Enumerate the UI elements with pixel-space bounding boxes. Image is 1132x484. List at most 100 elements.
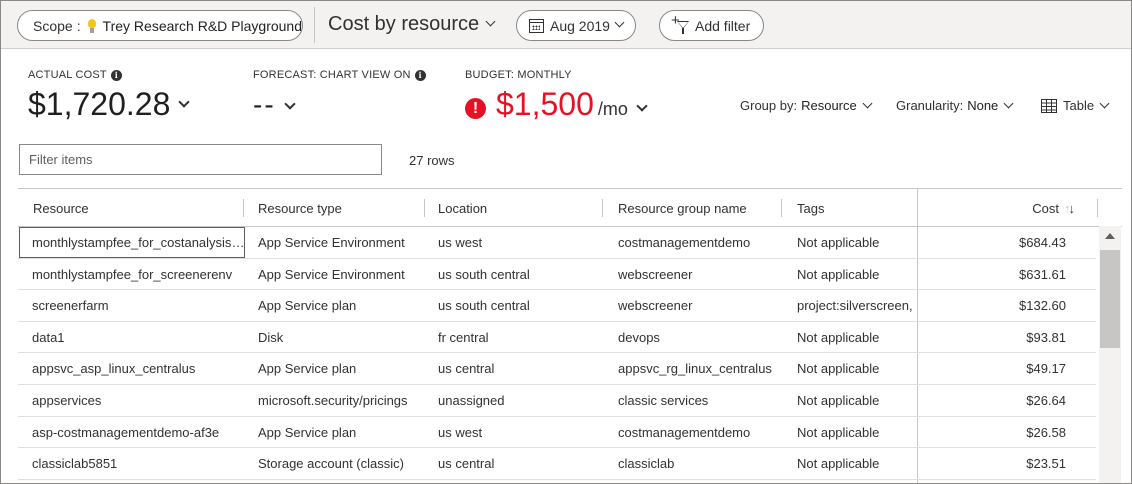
cell-tags: Not applicable <box>797 393 880 408</box>
column-header-resource[interactable]: Resource <box>33 189 89 227</box>
chevron-down-icon <box>1099 98 1110 109</box>
view-mode-dropdown[interactable]: Table <box>1041 98 1110 113</box>
table-row[interactable]: classiclab5851 Storage account (classic) u… <box>18 448 1096 480</box>
cell-resource: monthlystampfee_for_costanalysisenv <box>19 227 245 258</box>
budget-dropdown[interactable]: ! $1,500 /mo <box>465 86 648 123</box>
cost-table: Resource Resource type Location Resource gr… <box>18 188 1122 483</box>
cell-resource-group: webscreener <box>618 298 693 314</box>
cell-cost: $684.43 <box>1019 235 1066 250</box>
cell-resource-type: App Service plan <box>258 424 357 440</box>
granularity-dropdown[interactable]: Granularity: None <box>896 98 1014 113</box>
cell-tags: Not applicable <box>797 329 880 345</box>
table-row[interactable]: monthlystampfee_for_screenerenv App Servi… <box>18 259 1096 291</box>
scroll-up-arrow-icon[interactable] <box>1105 233 1115 239</box>
granularity-value: None <box>967 98 999 113</box>
column-header-label: Resource <box>33 201 89 216</box>
cell-resource: appservices <box>32 393 102 408</box>
lightbulb-icon <box>87 18 97 34</box>
cell-location: us south central <box>438 298 530 314</box>
column-divider[interactable] <box>424 199 425 217</box>
cell-resource-type: Storage account (classic) <box>258 456 404 472</box>
cell-resource: classiclab5851 <box>32 456 118 472</box>
cell-tags: Not applicable <box>797 424 880 440</box>
cell-cost: $26.64 <box>1026 393 1066 408</box>
info-icon[interactable]: i <box>110 69 122 81</box>
cell-resource: asp-costmanagementdemo-af3e <box>32 424 220 440</box>
column-header-label: Tags <box>797 201 825 216</box>
scrollbar-thumb[interactable] <box>1100 250 1120 348</box>
column-divider[interactable] <box>1097 199 1098 217</box>
column-header-resource-type[interactable]: Resource type <box>258 189 342 227</box>
chevron-down-icon <box>1003 98 1014 109</box>
date-range-label: Aug 2019 <box>550 17 610 34</box>
add-filter-button[interactable]: + Add filter <box>659 10 764 41</box>
chevron-down-icon <box>178 96 191 108</box>
cell-resource-group: webscreener <box>618 266 693 282</box>
column-header-tags[interactable]: Tags <box>797 189 824 227</box>
group-by-dropdown[interactable]: Group by: Resource <box>740 98 873 113</box>
sort-descending-icon: ↑↓ <box>1064 201 1075 216</box>
table-row[interactable]: monthlystampfee_for_costanalysisenv App S… <box>18 227 1096 259</box>
cell-resource: appsvc_asp_linux_centralus <box>32 361 196 377</box>
cell-cost: $93.81 <box>1026 329 1066 345</box>
forecast-value: -- <box>253 89 276 120</box>
forecast-dropdown[interactable]: -- <box>253 89 426 121</box>
add-filter-icon: + <box>671 13 691 35</box>
scope-selector[interactable]: Scope : Trey Research R&D Playground <box>17 10 303 41</box>
column-divider[interactable] <box>781 199 782 217</box>
table-row[interactable]: data1 Disk fr central devops Not applicable $… <box>18 322 1096 354</box>
scope-separator: : <box>76 17 81 34</box>
date-range-selector[interactable]: Aug 2019 <box>516 10 636 41</box>
cell-tags: Not applicable <box>797 235 880 250</box>
forecast-label: FORECAST: CHART VIEW ON <box>253 69 411 81</box>
cell-tags: project:silverscreen, env:prod <box>797 298 915 314</box>
cell-cost: $132.60 <box>1019 298 1066 314</box>
cell-resource-group: classiclab <box>618 456 675 472</box>
column-divider[interactable] <box>602 199 603 217</box>
chevron-down-icon <box>485 16 496 27</box>
forecast-kpi: FORECAST: CHART VIEW ON i -- <box>253 69 426 121</box>
info-icon[interactable]: i <box>414 69 426 81</box>
cell-resource-group: devops <box>618 329 660 345</box>
actual-cost-dropdown[interactable]: $1,720.28 <box>28 86 191 123</box>
cell-resource-group: classic services <box>618 393 709 408</box>
view-selector[interactable]: Cost by resource <box>328 13 496 36</box>
table-row[interactable]: appservices microsoft.security/pricings un… <box>18 385 1096 417</box>
column-header-label: Location <box>438 201 488 216</box>
cell-cost: $26.58 <box>1026 424 1066 440</box>
cell-resource-type: App Service Environment <box>258 266 405 282</box>
calendar-icon <box>529 18 544 33</box>
cell-resource: data1 <box>32 329 65 345</box>
column-header-label: Resource group name <box>618 201 747 216</box>
table-row[interactable]: appsvc_asp_linux_centralus App Service pl… <box>18 353 1096 385</box>
cell-location: us west <box>438 235 483 250</box>
group-by-label: Group by: <box>740 98 798 113</box>
toolbar-divider <box>314 7 315 43</box>
actual-cost-value: $1,720.28 <box>28 86 171 122</box>
cell-tags: Not applicable <box>797 266 880 282</box>
view-mode-value: Table <box>1063 98 1095 113</box>
actual-cost-kpi: ACTUAL COST i $1,720.28 <box>28 69 191 123</box>
scope-name: Trey Research R&D Playground <box>102 17 302 34</box>
cell-tags: Not applicable <box>797 361 880 377</box>
cost-analysis-window: Scope : Trey Research R&D Playground Cos… <box>0 0 1132 484</box>
group-by-value: Resource <box>801 98 857 113</box>
cell-resource-type: App Service Environment <box>258 235 405 250</box>
column-header-cost[interactable]: Cost ↑↓ <box>923 189 1075 227</box>
column-header-resource-group[interactable]: Resource group name <box>618 189 747 227</box>
budget-unit: /mo <box>597 99 628 119</box>
column-header-location[interactable]: Location <box>438 189 487 227</box>
cell-location: us south central <box>438 266 530 282</box>
chevron-down-icon <box>636 100 648 112</box>
cell-location: fr central <box>438 329 489 345</box>
budget-value: $1,500 <box>496 86 594 122</box>
table-row[interactable]: asp-costmanagementdemo-af3e App Service p… <box>18 417 1096 449</box>
table-row[interactable]: screenerfarm App Service plan us south cen… <box>18 290 1096 322</box>
scope-label: Scope <box>33 17 73 34</box>
cell-location: unassigned <box>438 393 505 408</box>
cell-resource: screenerfarm <box>32 298 109 314</box>
cell-tags: Not applicable <box>797 456 880 472</box>
cell-resource-type: microsoft.security/pricings <box>258 393 408 408</box>
filter-items-input[interactable] <box>19 144 382 175</box>
column-divider[interactable] <box>243 199 244 217</box>
